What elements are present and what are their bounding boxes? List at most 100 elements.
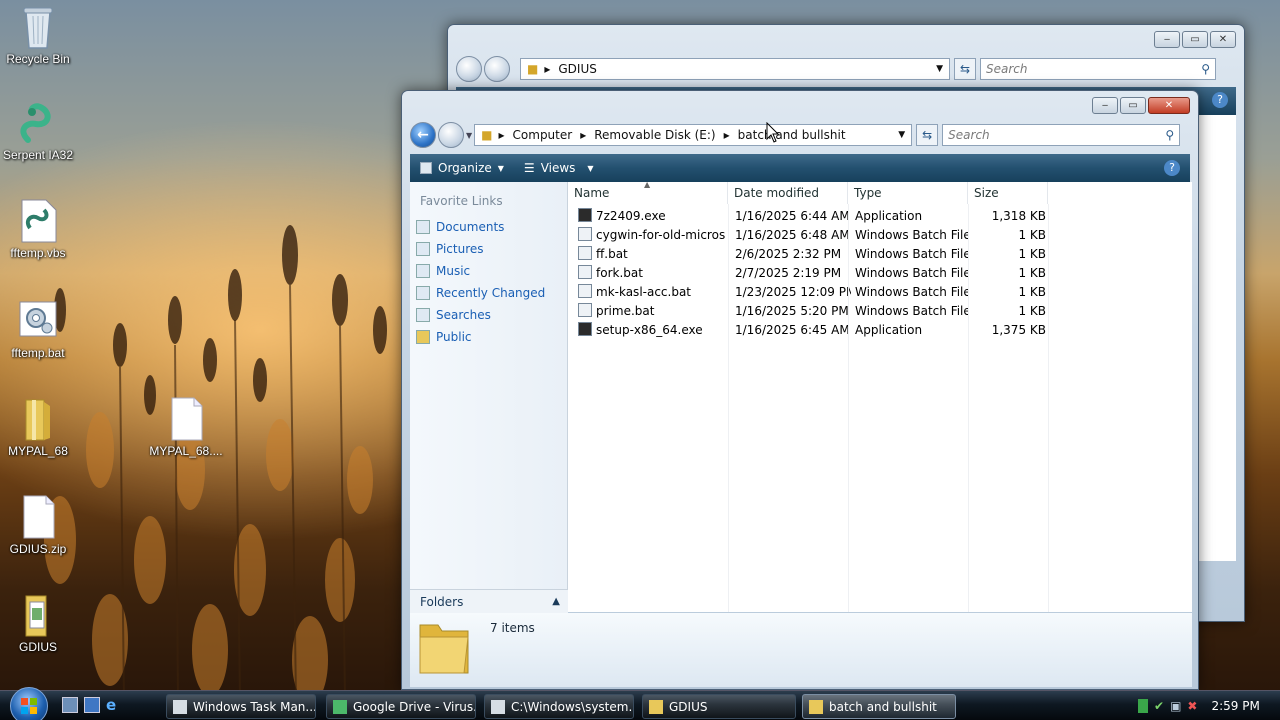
- search-input[interactable]: Search ⚲: [980, 58, 1216, 80]
- taskbar-button[interactable]: batch and bullshit: [802, 694, 956, 719]
- maximize-button[interactable]: ▭: [1120, 97, 1146, 114]
- desktop-icon-mypal-68-file[interactable]: MYPAL_68....: [148, 396, 224, 458]
- folder-icon: [649, 699, 663, 714]
- desktop-icon-gdius-folder[interactable]: GDIUS: [0, 592, 76, 654]
- close-button[interactable]: ✕: [1210, 31, 1236, 48]
- tray-app-icon[interactable]: [1138, 699, 1148, 713]
- taskbar-button[interactable]: Windows Task Man...: [166, 694, 316, 719]
- file-name: setup-x86_64.exe: [596, 322, 703, 337]
- file-row[interactable]: fork.bat 2/7/2025 2:19 PM Windows Batch Fi…: [568, 263, 1048, 282]
- back-button[interactable]: [456, 56, 482, 82]
- taskbar-button[interactable]: Google Drive - Virus...: [326, 694, 476, 719]
- column-header-date[interactable]: Date modified: [728, 182, 848, 204]
- views-icon: ☰: [523, 161, 535, 175]
- taskbar-button[interactable]: C:\Windows\system...: [484, 694, 634, 719]
- tray-check-icon[interactable]: ✔: [1154, 699, 1164, 713]
- taskbar-button[interactable]: GDIUS: [642, 694, 796, 719]
- file-row[interactable]: 7z2409.exe 1/16/2025 6:44 AM Application 1,…: [568, 206, 1048, 225]
- column-header-name[interactable]: Name ▲: [568, 180, 728, 204]
- desktop-icon-gdius-zip[interactable]: GDIUS.zip: [0, 494, 76, 556]
- file-name: 7z2409.exe: [596, 208, 666, 223]
- show-desktop-icon[interactable]: [62, 697, 78, 713]
- folder-icon: [419, 624, 469, 674]
- batch-file-icon: [578, 246, 592, 260]
- window-explorer[interactable]: ‒ ▭ ✕ ← ▼ ■ ▸ Computer ▸ Removable Disk …: [401, 90, 1199, 690]
- search-input[interactable]: Search ⚲: [942, 124, 1181, 146]
- application-icon: [578, 208, 592, 222]
- address-bar[interactable]: ■ ▸ Computer ▸ Removable Disk (E:) ▸ bat…: [474, 124, 913, 146]
- file-size: 1,318 KB: [991, 208, 1046, 223]
- taskbar-button-label: C:\Windows\system...: [511, 699, 634, 714]
- refresh-button[interactable]: ⇆: [916, 124, 939, 146]
- chevron-down-icon[interactable]: ▼: [898, 130, 905, 140]
- internet-explorer-icon[interactable]: e: [106, 697, 122, 713]
- breadcrumb-current-folder[interactable]: batch and bullshit: [738, 128, 846, 142]
- file-row[interactable]: ff.bat 2/6/2025 2:32 PM Windows Batch File…: [568, 244, 1048, 263]
- minimize-button[interactable]: ‒: [1154, 31, 1180, 48]
- file-row[interactable]: mk-kasl-acc.bat 1/23/2025 12:09 PM Windows…: [568, 282, 1048, 301]
- forward-button[interactable]: [438, 122, 464, 148]
- file-row[interactable]: setup-x86_64.exe 1/16/2025 6:45 AM Applica…: [568, 320, 1048, 339]
- address-bar[interactable]: ■ ▸ GDIUS ▼: [520, 58, 950, 80]
- recent-pages-chevron-icon[interactable]: ▼: [466, 131, 472, 140]
- file-row[interactable]: cygwin-for-old-micros... 1/16/2025 6:48 A…: [568, 225, 1048, 244]
- favorite-link[interactable]: Pictures: [416, 238, 545, 260]
- desktop-icon-mypal-68-folder[interactable]: MYPAL_68: [0, 396, 76, 458]
- column-header-size[interactable]: Size: [968, 182, 1048, 204]
- back-button[interactable]: ←: [410, 122, 436, 148]
- chevron-down-icon[interactable]: ▼: [936, 64, 943, 74]
- batch-file-icon: [16, 298, 60, 342]
- folder-icon: [416, 330, 430, 344]
- chevron-up-icon[interactable]: ▲: [552, 596, 560, 607]
- command-bar: Organize ▼ ☰ Views ▼ ?: [410, 154, 1190, 182]
- favorite-link[interactable]: Music: [416, 260, 545, 282]
- desktop-icon-fftemp-vbs[interactable]: fftemp.vbs: [0, 198, 76, 260]
- file-size: 1 KB: [1018, 227, 1046, 242]
- refresh-button[interactable]: ⇆: [954, 58, 976, 80]
- folder-icon: ■: [527, 62, 539, 76]
- file-size: 1 KB: [1018, 284, 1046, 299]
- favorite-link-label: Searches: [436, 308, 491, 322]
- desktop-icon-serpent[interactable]: Serpent IA32: [0, 100, 76, 162]
- help-icon[interactable]: ?: [1164, 160, 1180, 176]
- folder-icon: [809, 699, 823, 714]
- file-date: 1/16/2025 6:44 AM: [735, 208, 850, 223]
- file-row[interactable]: prime.bat 1/16/2025 5:20 PM Windows Batch …: [568, 301, 1048, 320]
- file-name: prime.bat: [596, 303, 655, 318]
- network-icon[interactable]: ▣: [1170, 699, 1181, 713]
- favorite-link[interactable]: Recently Changed: [416, 282, 545, 304]
- file-name: ff.bat: [596, 246, 628, 261]
- breadcrumb-chevron-icon[interactable]: ▸: [580, 128, 586, 142]
- column-header-type[interactable]: Type: [848, 182, 968, 204]
- batch-file-icon: [578, 265, 592, 279]
- file-name: cygwin-for-old-micros...: [596, 227, 726, 242]
- folders-bar[interactable]: Folders ▲: [410, 589, 568, 613]
- forward-button[interactable]: [484, 56, 510, 82]
- command-prompt-icon: [491, 699, 505, 714]
- desktop-icon-recycle-bin[interactable]: Recycle Bin: [0, 4, 76, 66]
- favorite-link-label: Pictures: [436, 242, 484, 256]
- pictures-icon: [416, 242, 430, 256]
- views-menu[interactable]: ☰ Views ▼: [514, 161, 604, 175]
- desktop-icon-label: Recycle Bin: [6, 52, 70, 66]
- file-size: 1 KB: [1018, 246, 1046, 261]
- volume-muted-icon[interactable]: ✖: [1187, 699, 1197, 713]
- help-icon[interactable]: ?: [1212, 92, 1228, 108]
- organize-label: Organize: [438, 161, 492, 175]
- breadcrumb-chevron-icon[interactable]: ▸: [724, 128, 730, 142]
- windows-logo-icon: [21, 698, 37, 714]
- start-button[interactable]: [10, 687, 48, 720]
- minimize-button[interactable]: ‒: [1092, 97, 1118, 114]
- switch-windows-icon[interactable]: [84, 697, 100, 713]
- favorite-link[interactable]: Searches: [416, 304, 545, 326]
- organize-menu[interactable]: Organize ▼: [410, 161, 514, 175]
- favorite-link-label: Recently Changed: [436, 286, 546, 300]
- breadcrumb-removable-disk[interactable]: Removable Disk (E:): [594, 128, 715, 142]
- breadcrumb-computer[interactable]: Computer: [513, 128, 573, 142]
- desktop-icon-fftemp-bat[interactable]: fftemp.bat: [0, 298, 76, 360]
- favorite-link[interactable]: Public: [416, 326, 545, 348]
- maximize-button[interactable]: ▭: [1182, 31, 1208, 48]
- clock[interactable]: 2:59 PM: [1211, 699, 1259, 713]
- close-button[interactable]: ✕: [1148, 97, 1190, 114]
- favorite-link[interactable]: Documents: [416, 216, 545, 238]
